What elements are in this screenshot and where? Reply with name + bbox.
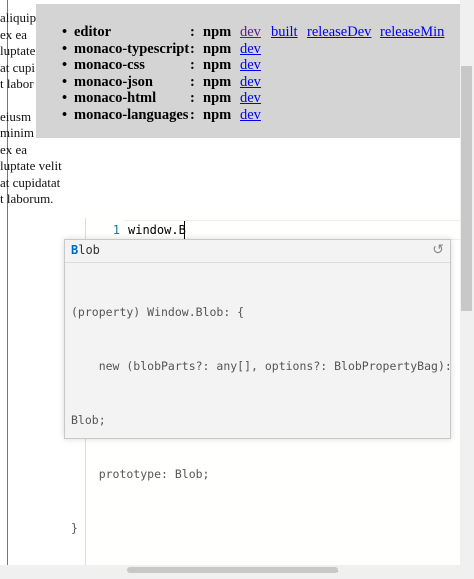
npm-label: npm (203, 106, 232, 123)
npm-label: npm (203, 24, 232, 40)
signature-line: prototype: Blob; (71, 467, 210, 481)
divider (65, 262, 450, 263)
package-name: monaco-typescript (74, 40, 190, 57)
separator: : (190, 90, 195, 106)
release-dev-link[interactable]: releaseDev (307, 24, 371, 41)
separator: : (190, 73, 195, 90)
dev-link[interactable]: dev (240, 90, 261, 107)
text-line: ex ea (0, 141, 28, 157)
package-name: editor (74, 24, 112, 40)
separator: : (190, 24, 195, 40)
horizontal-scrollbar-thumb[interactable] (127, 567, 338, 573)
text-line: luptate velit (0, 158, 62, 173)
text-line: at cupidatat (0, 174, 61, 190)
separator: : (190, 57, 195, 73)
npm-label: npm (203, 57, 232, 73)
signature-line: new (blobParts?: any[], options?: BlobPr… (71, 359, 452, 373)
package-links-panel: • editor : npm dev built releaseDev rele… (36, 4, 460, 138)
separator: : (190, 106, 195, 123)
signature-line: } (71, 521, 78, 535)
bullet: • (62, 106, 68, 123)
bullet: • (62, 40, 68, 57)
package-name: monaco-css (74, 57, 145, 73)
hover-details-widget[interactable]: Blob ↺ (property) Window.Blob: { new (bl… (64, 239, 452, 535)
code-line[interactable]: window.B (128, 222, 186, 238)
npm-label: npm (203, 90, 232, 106)
package-name: monaco-languages (74, 106, 189, 123)
dev-link[interactable]: dev (240, 41, 261, 58)
signature-line: (property) Window.Blob: { (71, 305, 245, 319)
signature-line: Blob; (71, 413, 106, 427)
suggestion-label-rest: lob (78, 243, 100, 257)
bullet: • (62, 73, 68, 90)
suggestion-label[interactable]: Blob (71, 243, 100, 257)
release-min-link[interactable]: releaseMin (380, 24, 444, 41)
vertical-scrollbar-thumb[interactable] (461, 66, 472, 311)
text-line: t laborum. (0, 191, 54, 206)
separator: : (190, 40, 195, 57)
built-link[interactable]: built (271, 24, 298, 41)
dev-link[interactable]: dev (240, 57, 261, 74)
npm-label: npm (203, 40, 232, 57)
package-name: monaco-html (74, 90, 157, 106)
dev-link[interactable]: dev (240, 74, 261, 91)
npm-label: npm (203, 73, 232, 90)
text-cursor (184, 221, 185, 239)
package-name: monaco-json (74, 73, 153, 90)
dev-link[interactable]: dev (240, 107, 261, 124)
line-number: 1 (112, 223, 120, 237)
type-signature: (property) Window.Blob: { new (blobParts… (71, 267, 452, 573)
bullet: • (62, 90, 68, 106)
bullet: • (62, 57, 68, 73)
close-details-icon[interactable]: ↺ (432, 242, 444, 258)
bullet: • (62, 24, 68, 40)
dev-link[interactable]: dev (240, 24, 261, 41)
